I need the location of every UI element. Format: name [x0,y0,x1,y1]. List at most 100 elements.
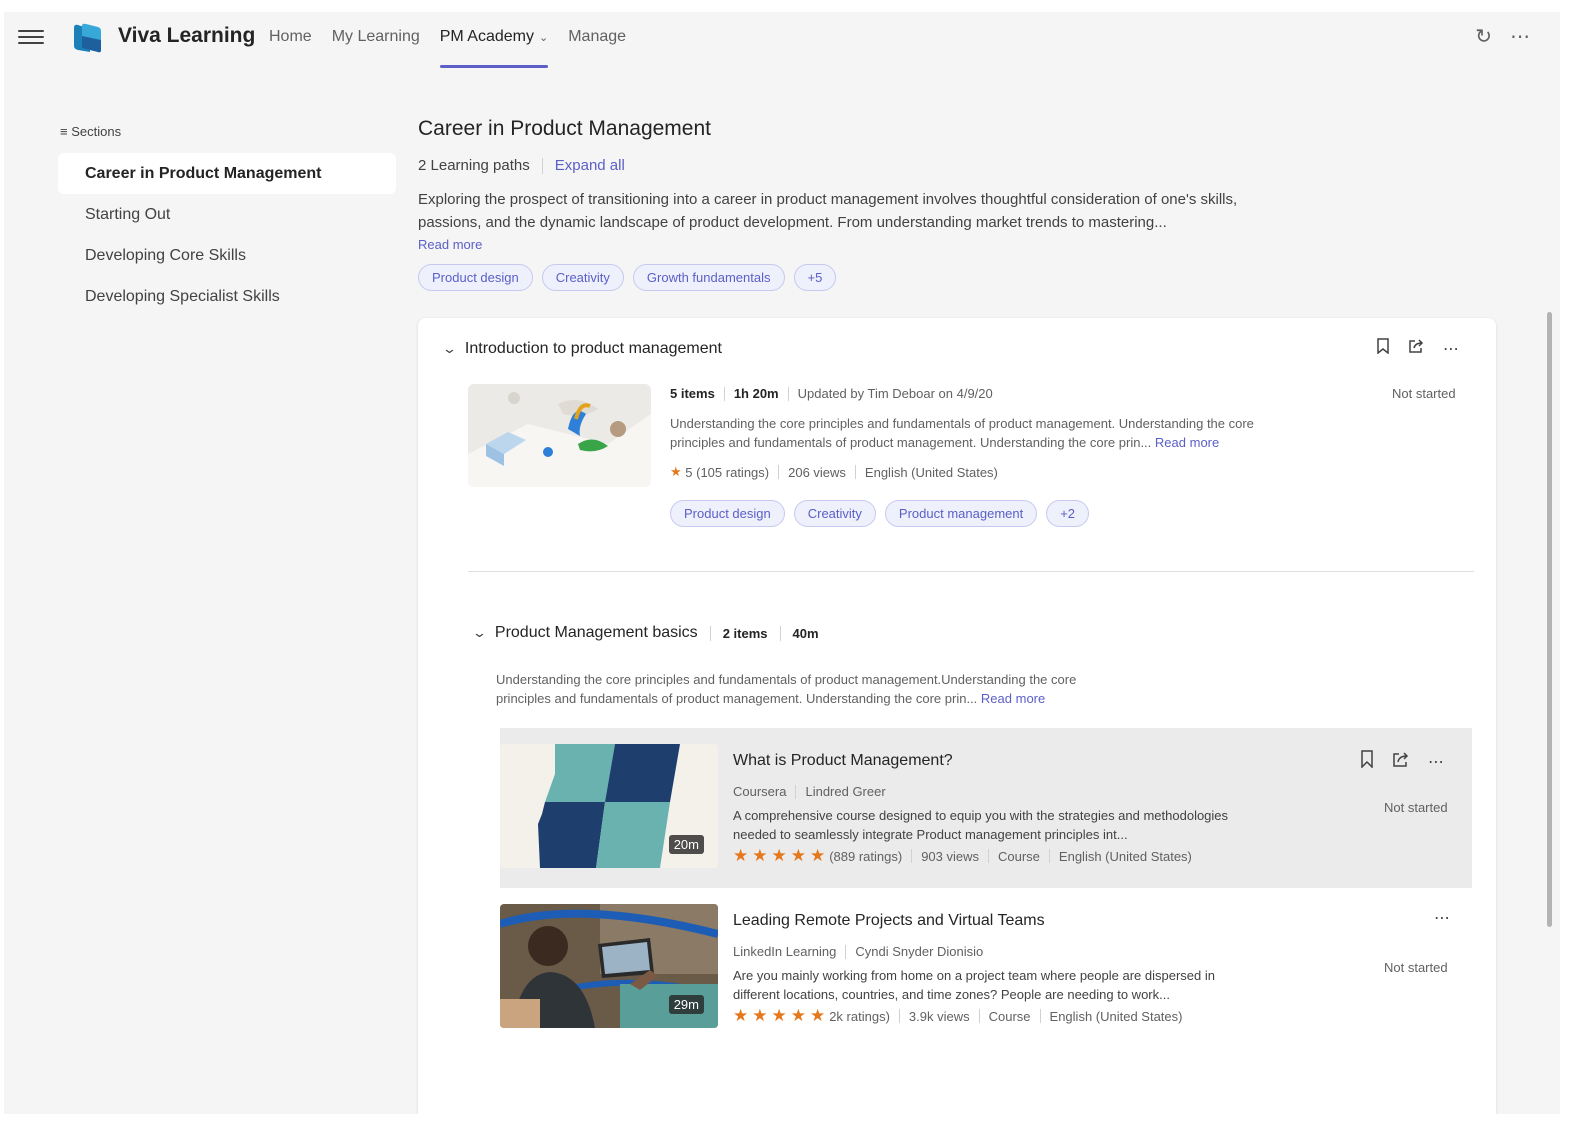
content-type: Course [988,1008,1031,1024]
status-label: Not started [1384,800,1448,815]
chevron-down-icon[interactable]: ⌄ [442,341,457,357]
bookmark-icon[interactable] [1360,750,1374,773]
content-type: Course [998,848,1040,864]
app-window: Viva Learning Home My Learning PM Academ… [4,12,1560,1114]
language: English (United States) [1049,1008,1183,1024]
divider [778,465,780,479]
learning-path-meta: 5 items 1h 20m Updated by Tim Deboar on … [670,386,993,401]
tag-product-design[interactable]: Product design [418,264,533,291]
tag-product-management[interactable]: Product management [884,500,1038,527]
divider [709,625,711,641]
divider [795,784,797,799]
nav-manage[interactable]: Manage [568,28,626,46]
updated-info: Updated by Tim Deboar on 4/9/20 [797,386,993,401]
read-more-link[interactable]: Read more [1155,435,1219,450]
tag-creativity[interactable]: Creativity [541,264,624,291]
divider [898,1009,900,1023]
read-more-link[interactable]: Read more [418,237,482,252]
divider [1048,849,1050,863]
ratings: (889 ratings) [829,848,903,864]
divider [541,157,543,174]
ratings: 2k ratings) [829,1008,890,1024]
divider [1039,1009,1041,1023]
tag-more[interactable]: +5 [793,264,837,291]
course-item[interactable]: 20m What is Product Management? ⋯ Course… [500,728,1472,888]
rating: 5 (105 ratings) [685,464,770,480]
sections-heading-label: Sections [71,124,122,139]
sidebar-item-starting-out[interactable]: Starting Out [58,194,396,235]
nav-pm-academy-label: PM Academy [439,28,534,45]
nav-home[interactable]: Home [269,28,312,46]
course-thumbnail: 29m [500,904,718,1028]
sidebar-item-specialist-skills[interactable]: Developing Specialist Skills [58,276,396,317]
views: 903 views [921,848,979,864]
more-icon[interactable]: ⋯ [1434,908,1450,928]
sub-path-header[interactable]: ⌄ Product Management basics 2 items 40m [472,624,819,642]
sections-heading: ≡ Sections [60,124,121,139]
expand-all-link[interactable]: Expand all [555,157,625,174]
nav-pm-academy[interactable]: PM Academy ⌄ [439,28,549,68]
refresh-icon[interactable]: ↻ [1475,24,1492,49]
course-stats: ★★★★★ 2k ratings) 3.9k views Course Engl… [733,1006,1182,1026]
more-icon[interactable]: ⋯ [1443,339,1459,359]
divider [845,944,847,959]
bookmark-icon[interactable] [1376,338,1390,359]
learning-path-stats: ★ 5 (105 ratings) 206 views English (Uni… [670,464,998,480]
nav-my-learning[interactable]: My Learning [332,28,420,46]
learning-path-title: Introduction to product management [464,340,722,357]
divider [779,625,781,641]
sub-path-description: Understanding the core principles and fu… [496,670,1116,708]
paths-row: 2 Learning paths Expand all [418,157,625,174]
status-label: Not started [1384,960,1448,975]
divider [787,386,789,401]
duration-badge: 29m [668,995,704,1014]
share-icon[interactable] [1408,338,1425,359]
author: Cyndi Snyder Dionisio [855,944,984,959]
page-title: Career in Product Management [418,117,711,140]
course-source: LinkedIn Learning Cyndi Snyder Dionisio [733,944,983,959]
provider: Coursera [733,784,787,799]
chevron-down-icon: ⌄ [539,32,549,44]
tag-more[interactable]: +2 [1046,500,1090,527]
top-bar: Viva Learning Home My Learning PM Academ… [4,12,1560,70]
provider: LinkedIn Learning [733,944,837,959]
tag-growth-fundamentals[interactable]: Growth fundamentals [632,264,785,291]
views: 3.9k views [908,1008,970,1024]
star-rating-icon: ★★★★★ [733,846,830,865]
chevron-down-icon[interactable]: ⌄ [472,625,487,641]
sub-path-title: Product Management basics [494,624,698,641]
read-more-link[interactable]: Read more [981,691,1045,706]
list-icon: ≡ [60,124,68,139]
course-title[interactable]: What is Product Management? [733,752,953,770]
course-stats: ★★★★★ (889 ratings) 903 views Course Eng… [733,846,1192,866]
more-icon[interactable]: ⋯ [1428,752,1444,772]
divider [911,849,913,863]
language: English (United States) [864,464,998,480]
status-label: Not started [1392,386,1456,401]
sidebar-item-core-skills[interactable]: Developing Core Skills [58,235,396,276]
course-item[interactable]: 29m Leading Remote Projects and Virtual … [500,890,1472,1050]
sidebar-item-career[interactable]: Career in Product Management [58,153,396,194]
tag-creativity[interactable]: Creativity [793,500,876,527]
duration-badge: 20m [668,835,704,854]
more-icon[interactable]: ⋯ [1510,24,1530,49]
course-actions: ⋯ [1360,750,1444,773]
course-description: A comprehensive course designed to equip… [733,808,1229,842]
hamburger-icon[interactable] [18,26,44,48]
tag-product-design[interactable]: Product design [670,500,785,527]
divider [978,1009,980,1023]
section-divider [468,571,1474,572]
duration: 1h 20m [733,386,779,401]
author: Lindred Greer [805,784,886,799]
course-thumbnail: 20m [500,744,718,868]
divider [988,849,989,863]
share-icon[interactable] [1392,751,1410,773]
course-title[interactable]: Leading Remote Projects and Virtual Team… [733,912,1045,930]
scrollbar[interactable] [1547,312,1552,927]
learning-path-header[interactable]: ⌄ Introduction to product management [442,340,722,358]
viva-learning-logo-icon [74,23,101,53]
paths-count: 2 Learning paths [418,157,530,174]
views: 206 views [788,464,846,480]
item-count: 5 items [670,386,715,401]
top-nav: Home My Learning PM Academy ⌄ Manage [269,28,646,68]
